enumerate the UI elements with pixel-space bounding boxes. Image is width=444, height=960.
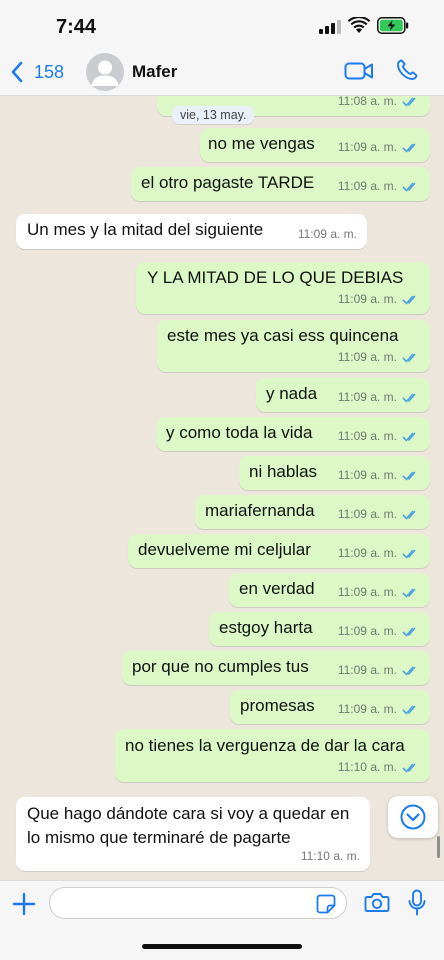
message-time: 11:09 a. m. bbox=[337, 179, 397, 193]
scrollbar[interactable] bbox=[437, 836, 440, 858]
wifi-icon bbox=[348, 17, 370, 33]
default-avatar-icon bbox=[91, 60, 119, 86]
read-ticks-icon bbox=[402, 142, 416, 153]
message-bubble[interactable]: este mes ya casi ess quincena 11:09 a. m… bbox=[157, 320, 430, 372]
read-ticks-icon bbox=[402, 665, 416, 676]
message-time: 11:10 a. m. bbox=[337, 760, 397, 774]
scroll-down-icon bbox=[400, 804, 426, 830]
chat-header: 158 Mafer bbox=[0, 50, 444, 96]
sticker-icon[interactable] bbox=[315, 893, 337, 915]
read-ticks-icon bbox=[402, 392, 416, 403]
status-bar: 7:44 bbox=[0, 0, 444, 50]
read-ticks-icon bbox=[402, 431, 416, 442]
message-text: el otro pagaste TARDE bbox=[141, 173, 315, 192]
message-bubble[interactable]: en verdad 11:09 a. m. bbox=[229, 573, 430, 607]
message-bubble[interactable]: no me vengas 11:09 a. m. bbox=[200, 128, 430, 162]
message-time: 11:09 a. m. bbox=[337, 507, 397, 521]
message-text: ni hablas bbox=[249, 462, 318, 481]
message-time: 11:09 a. m. bbox=[337, 429, 397, 443]
message-time: 11:09 a. m. bbox=[337, 468, 397, 482]
avatar[interactable] bbox=[86, 53, 124, 91]
composer-bar bbox=[0, 880, 444, 960]
message-input-field[interactable] bbox=[49, 887, 347, 919]
read-ticks-icon bbox=[402, 704, 416, 715]
cellular-signal-icon bbox=[319, 20, 341, 34]
read-ticks-icon bbox=[402, 294, 416, 305]
message-time: 11:09 a. m. bbox=[337, 546, 397, 560]
message-time: 11:09 a. m. bbox=[337, 390, 397, 404]
message-time: 11:09 a. m. bbox=[337, 350, 397, 364]
message-text: devuelveme mi celjular bbox=[138, 540, 311, 559]
read-ticks-icon bbox=[402, 352, 416, 363]
home-indicator[interactable] bbox=[142, 944, 302, 949]
back-button[interactable]: 158 bbox=[10, 59, 64, 85]
message-text: y como toda la vida bbox=[166, 423, 313, 442]
message-text: y nada bbox=[266, 384, 318, 403]
status-time: 7:44 bbox=[56, 16, 97, 38]
message-time: 11:09 a. m. bbox=[337, 585, 397, 599]
message-text: Y LA MITAD DE LO QUE DEBIAS bbox=[147, 268, 404, 287]
message-text: por que no cumples tus bbox=[132, 657, 309, 676]
microphone-icon[interactable] bbox=[407, 889, 427, 917]
plus-icon[interactable] bbox=[10, 890, 38, 918]
read-ticks-icon bbox=[402, 587, 416, 598]
message-time: 11:09 a. m. bbox=[337, 624, 397, 638]
battery-charging-icon bbox=[377, 17, 409, 34]
message-bubble[interactable]: ni hablas 11:09 a. m. bbox=[239, 456, 430, 490]
message-time: 11:08 a. m. bbox=[337, 96, 397, 108]
date-separator: vie, 13 may. bbox=[172, 106, 255, 124]
message-time: 11:09 a. m. bbox=[337, 292, 397, 306]
message-time: 11:10 a. m. bbox=[300, 849, 360, 863]
message-bubble[interactable]: el otro pagaste TARDE 11:09 a. m. bbox=[131, 167, 430, 201]
message-bubble[interactable]: Un mes y la mitad del siguiente 11:09 a.… bbox=[16, 214, 367, 249]
message-bubble[interactable]: y como toda la vida 11:09 a. m. bbox=[156, 417, 430, 451]
message-bubble[interactable]: estgoy harta 11:09 a. m. bbox=[209, 612, 430, 646]
message-list[interactable]: 11:08 a. m. vie, 13 may. no me vengas 11… bbox=[0, 96, 444, 880]
message-text: mariafernanda bbox=[205, 501, 315, 520]
phone-icon[interactable] bbox=[395, 58, 419, 82]
message-text: este mes ya casi ess quincena bbox=[167, 326, 399, 345]
read-ticks-icon bbox=[402, 181, 416, 192]
message-text-line: Que hago dándote cara si voy a quedar en bbox=[27, 804, 350, 823]
read-ticks-icon bbox=[402, 470, 416, 481]
message-time: 11:09 a. m. bbox=[297, 227, 357, 241]
message-text: no tienes la verguenza de dar la cara bbox=[125, 736, 405, 755]
message-bubble[interactable]: y nada 11:09 a. m. bbox=[256, 378, 430, 412]
message-text: promesas bbox=[240, 696, 315, 715]
message-time: 11:09 a. m. bbox=[337, 663, 397, 677]
unread-count: 158 bbox=[34, 61, 65, 82]
message-time: 11:09 a. m. bbox=[337, 702, 397, 716]
message-bubble[interactable]: no tienes la verguenza de dar la cara 11… bbox=[115, 729, 430, 782]
message-bubble[interactable]: por que no cumples tus 11:09 a. m. bbox=[122, 651, 430, 685]
message-bubble[interactable]: Y LA MITAD DE LO QUE DEBIAS 11:09 a. m. bbox=[136, 262, 430, 314]
read-ticks-icon bbox=[402, 626, 416, 637]
message-text: no me vengas bbox=[208, 134, 315, 153]
message-bubble[interactable]: Que hago dándote cara si voy a quedar en… bbox=[16, 797, 370, 871]
scroll-to-bottom-button[interactable] bbox=[388, 796, 438, 838]
camera-icon[interactable] bbox=[364, 891, 390, 913]
read-ticks-icon bbox=[402, 762, 416, 773]
contact-name[interactable]: Mafer bbox=[132, 62, 177, 82]
video-call-icon[interactable] bbox=[344, 60, 374, 82]
message-time: 11:09 a. m. bbox=[337, 140, 397, 154]
back-chevron-icon bbox=[11, 61, 23, 83]
message-text-line: lo mismo que terminaré de pagarte bbox=[27, 828, 291, 847]
message-input[interactable] bbox=[62, 892, 302, 914]
message-text: Un mes y la mitad del siguiente bbox=[27, 220, 264, 239]
message-bubble[interactable]: promesas 11:09 a. m. bbox=[230, 690, 430, 724]
message-text: en verdad bbox=[239, 579, 315, 598]
message-text: estgoy harta bbox=[219, 618, 313, 637]
read-ticks-icon bbox=[402, 509, 416, 520]
read-ticks-icon bbox=[402, 548, 416, 559]
read-ticks-icon bbox=[402, 96, 416, 107]
message-bubble[interactable]: devuelveme mi celjular 11:09 a. m. bbox=[128, 534, 430, 568]
message-bubble[interactable]: mariafernanda 11:09 a. m. bbox=[195, 495, 430, 529]
